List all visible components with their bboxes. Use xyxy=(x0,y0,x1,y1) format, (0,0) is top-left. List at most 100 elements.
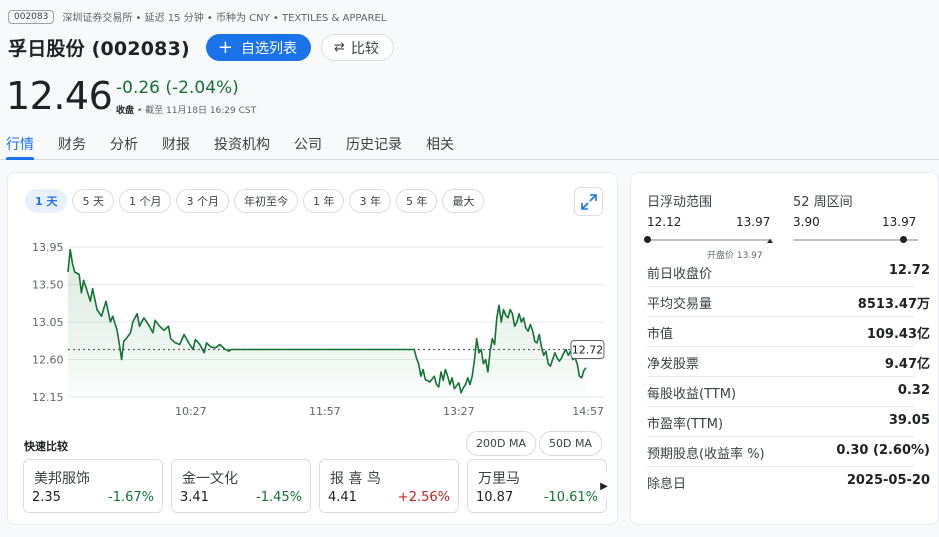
range-3m[interactable]: 3 个月 xyxy=(176,189,229,213)
range-ytd[interactable]: 年初至今 xyxy=(233,189,298,213)
compare-card[interactable]: 美邦服饰 2.35 -1.67% xyxy=(23,459,163,513)
day-range-low: 12.12 xyxy=(647,215,682,229)
range-1m[interactable]: 1 个月 xyxy=(118,189,172,213)
x-tick-label: 11:57 xyxy=(309,405,341,418)
week52-label: 52 周区间 xyxy=(793,195,853,210)
stat-row: 前日收盘价 12.72 xyxy=(647,257,930,287)
stat-row: 预期股息(收益率 %) 0.30 (2.60%) xyxy=(647,437,930,467)
range-max[interactable]: 最大 xyxy=(442,189,485,213)
stat-value: 12.72 xyxy=(888,263,930,278)
swap-arrows-icon: ⇄ xyxy=(334,40,345,55)
stat-row: 市值 109.43亿 xyxy=(647,317,930,347)
range-5d[interactable]: 5 天 xyxy=(72,189,114,213)
compare-card[interactable]: 金一文化 3.41 -1.45% xyxy=(171,459,311,513)
expand-icon xyxy=(580,193,597,210)
compare-price: 2.35 xyxy=(32,490,61,505)
compare-name: 美邦服饰 xyxy=(34,471,90,487)
y-tick-label: 13.05 xyxy=(32,316,64,329)
compare-change: -10.61% xyxy=(543,490,598,505)
title-row: 孚日股份 (002083) + 自选列表 ⇄ 比较 xyxy=(8,34,394,61)
tab-analysis[interactable]: 分析 xyxy=(110,134,138,154)
x-tick-label: 13:27 xyxy=(443,405,475,418)
close-info: 收盘 • 截至 11月18日 16:29 CST xyxy=(116,106,257,116)
tab-company[interactable]: 公司 xyxy=(294,134,322,154)
price-chart[interactable]: 13.95 13.50 13.05 12.60 12.15 10:27 11:57 13:27… xyxy=(8,233,617,423)
compare-name: 万里马 xyxy=(478,471,520,487)
stat-key: 平均交易量 xyxy=(647,297,713,312)
quick-compare-title: 快速比较 xyxy=(24,440,68,453)
y-tick-label: 12.15 xyxy=(32,391,64,404)
stat-row: 每股收益(TTM) 0.32 xyxy=(647,377,930,407)
tab-related[interactable]: 相关 xyxy=(426,134,454,154)
stat-key: 预期股息(收益率 %) xyxy=(647,447,765,462)
stat-key: 除息日 xyxy=(647,477,687,492)
previous-close-label: 12.72 xyxy=(572,344,604,357)
price-area xyxy=(68,249,587,397)
stat-value: 0.32 xyxy=(897,383,930,398)
day-range-label: 日浮动范围 xyxy=(647,195,713,210)
compare-price: 4.41 xyxy=(328,490,357,505)
tab-quote[interactable]: 行情 xyxy=(6,134,34,154)
compare-change: -1.67% xyxy=(108,490,154,505)
stat-row: 市盈率(TTM) 39.05 xyxy=(647,407,930,437)
compare-name: 报 喜 鸟 xyxy=(330,471,381,487)
expand-chart-button[interactable] xyxy=(574,187,603,216)
tab-history[interactable]: 历史记录 xyxy=(346,134,402,154)
range-selector: 1 天 5 天 1 个月 3 个月 年初至今 1 年 3 年 5 年 最大 xyxy=(25,189,489,213)
tab-investors[interactable]: 投资机构 xyxy=(214,134,270,154)
compare-change: -1.45% xyxy=(256,490,302,505)
compare-label: 比较 xyxy=(350,40,379,57)
stat-value: 9.47亿 xyxy=(884,357,930,372)
add-to-watchlist-button[interactable]: + 自选列表 xyxy=(205,34,311,61)
y-tick-label: 13.95 xyxy=(32,241,64,254)
stats-card: 日浮动范围 12.12 13.97 开盘价 13.97 52 周区间 3.90 … xyxy=(630,172,939,525)
stat-key: 前日收盘价 xyxy=(647,267,713,282)
chart-card: 1 天 5 天 1 个月 3 个月 年初至今 1 年 3 年 5 年 最大 13… xyxy=(7,172,618,525)
range-1y[interactable]: 1 年 xyxy=(302,189,345,213)
close-time: 截至 11月18日 16:29 CST xyxy=(145,106,257,116)
next-arrow-icon[interactable]: ▶ xyxy=(597,473,611,499)
ma-50d-button[interactable]: 50D MA xyxy=(539,431,602,456)
compare-price: 10.87 xyxy=(476,490,514,505)
ma-200d-button[interactable]: 200D MA xyxy=(466,431,536,456)
plus-icon: + xyxy=(217,36,233,58)
exchange-meta: 002083 深圳证券交易所 • 延迟 15 分钟 • 币种为 CNY • TE… xyxy=(8,9,386,24)
stat-key: 市盈率(TTM) xyxy=(647,417,724,432)
current-price: 12.46 xyxy=(6,74,113,118)
stat-row: 净发股票 9.47亿 xyxy=(647,347,930,377)
open-price-marker xyxy=(767,239,773,243)
stat-value: 8513.47万 xyxy=(857,297,930,312)
range-5y[interactable]: 5 年 xyxy=(395,189,438,213)
compare-card[interactable]: 报 喜 鸟 4.41 +2.56% xyxy=(319,459,459,513)
price-change: -0.26 (-2.04%) xyxy=(116,78,239,98)
page-title: 孚日股份 (002083) xyxy=(8,38,190,60)
active-tab-indicator xyxy=(6,157,34,160)
stat-value: 39.05 xyxy=(888,413,930,428)
day-range-bar xyxy=(647,239,772,241)
compare-card[interactable]: 万里马 10.87 -10.61% xyxy=(467,459,607,513)
compare-name: 金一文化 xyxy=(182,471,238,487)
compare-change: +2.56% xyxy=(397,490,450,505)
stat-key: 净发股票 xyxy=(647,357,700,372)
day-range-marker xyxy=(644,236,651,243)
x-tick-label: 14:57 xyxy=(572,405,604,418)
range-3y[interactable]: 3 年 xyxy=(349,189,391,213)
tab-financials[interactable]: 财务 xyxy=(58,134,86,154)
ticker-chip: 002083 xyxy=(8,9,55,24)
week52-high: 13.97 xyxy=(882,215,917,229)
stat-row: 除息日 2025-05-20 xyxy=(647,467,930,497)
stat-value: 0.30 (2.60%) xyxy=(836,443,930,458)
stat-value: 109.43亿 xyxy=(866,327,930,342)
exchange-line: 深圳证券交易所 • 延迟 15 分钟 • 币种为 CNY • TEXTILES … xyxy=(62,13,387,24)
tab-earnings[interactable]: 财报 xyxy=(162,134,190,154)
y-tick-label: 13.50 xyxy=(32,279,64,292)
stat-row: 平均交易量 8513.47万 xyxy=(647,287,930,317)
compare-button[interactable]: ⇄ 比较 xyxy=(321,34,394,61)
week52-marker xyxy=(900,236,907,243)
range-1d[interactable]: 1 天 xyxy=(25,189,68,213)
watchlist-label: 自选列表 xyxy=(241,40,297,57)
tab-bar: 行情 财务 分析 财报 投资机构 公司 历史记录 相关 xyxy=(0,132,939,160)
stat-value: 2025-05-20 xyxy=(846,473,930,488)
compare-price: 3.41 xyxy=(180,490,209,505)
y-tick-label: 12.60 xyxy=(32,354,64,367)
